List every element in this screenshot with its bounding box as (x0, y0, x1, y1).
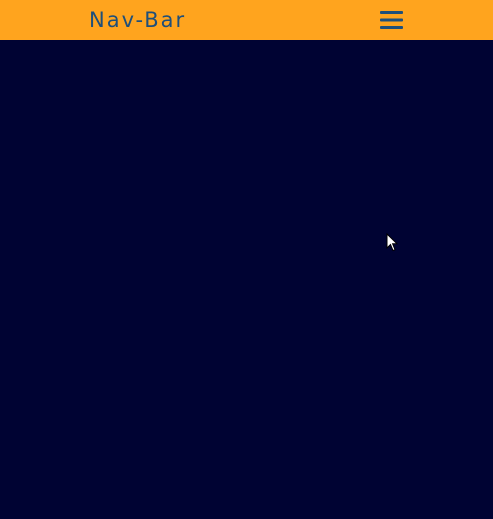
navbar: Nav-Bar (0, 0, 493, 40)
navbar-brand[interactable]: Nav-Bar (89, 5, 186, 35)
main-content-area (0, 40, 493, 519)
hamburger-menu-icon (380, 11, 403, 29)
menu-toggle-button[interactable] (378, 8, 405, 32)
